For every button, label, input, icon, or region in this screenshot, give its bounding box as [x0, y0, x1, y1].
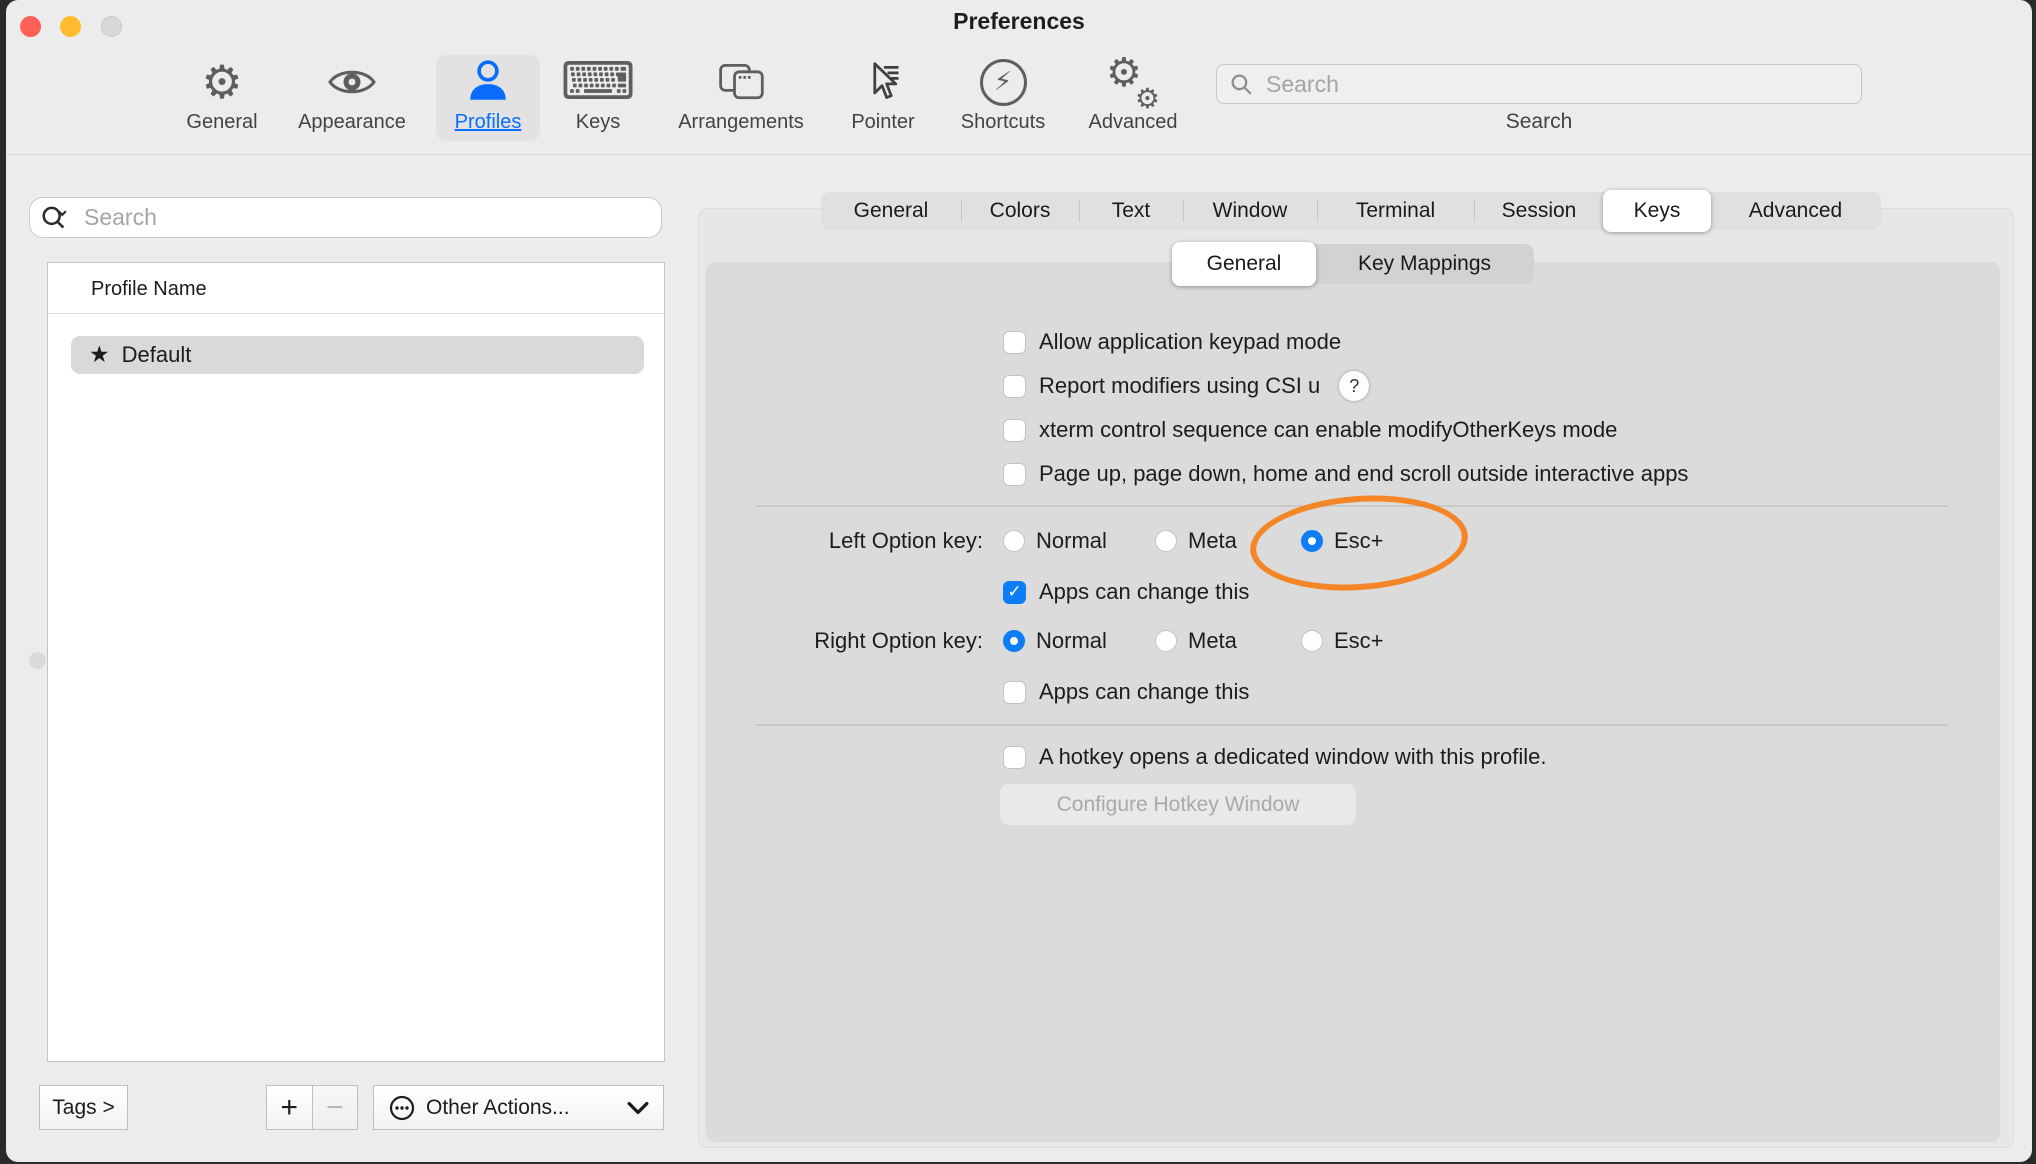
toolbar-item-general[interactable]: ⚙ General [174, 55, 270, 141]
other-actions-dropdown[interactable]: Other Actions... [373, 1085, 664, 1130]
toolbar-search-input[interactable] [1264, 70, 1849, 99]
radio[interactable] [1155, 530, 1177, 552]
tab-terminal[interactable]: Terminal [1317, 192, 1474, 230]
toolbar-item-pointer[interactable]: Pointer [835, 55, 931, 141]
row-allow-keypad-mode[interactable]: Allow application keypad mode [1003, 327, 1341, 357]
tab-colors[interactable]: Colors [961, 192, 1079, 230]
profile-list: Profile Name ★ Default [47, 262, 665, 1062]
toolbar-item-keys[interactable]: ⌨ Keys [562, 55, 634, 141]
tab-advanced[interactable]: Advanced [1710, 192, 1881, 230]
divider-handle-dot [29, 652, 46, 669]
checkbox-label: A hotkey opens a dedicated window with t… [1039, 744, 1547, 770]
tab-session[interactable]: Session [1474, 192, 1604, 230]
other-actions-label: Other Actions... [426, 1096, 627, 1120]
keys-subtab-key-mappings[interactable]: Key Mappings [1315, 244, 1534, 284]
star-icon: ★ [89, 342, 110, 368]
help-button[interactable]: ? [1339, 371, 1369, 401]
tab-text[interactable]: Text [1079, 192, 1183, 230]
row-left-apps-can-change[interactable]: ✓ Apps can change this [1003, 577, 1249, 607]
windows-icon [716, 55, 766, 109]
keyboard-icon: ⌨ [560, 55, 635, 109]
radio-label: Normal [1036, 628, 1107, 654]
search-icon [1229, 72, 1254, 97]
person-icon [465, 55, 511, 109]
toolbar-item-profiles[interactable]: Profiles [436, 55, 540, 141]
radio[interactable] [1301, 630, 1323, 652]
checkbox-xterm-modifyotherkeys[interactable] [1003, 419, 1026, 442]
keys-subtab-general[interactable]: General [1172, 242, 1316, 286]
radio-right-option-meta[interactable]: Meta [1155, 626, 1237, 656]
radio[interactable] [1003, 530, 1025, 552]
toolbar-search-caption: Search [1216, 110, 1862, 134]
radio-right-option-esc[interactable]: Esc+ [1301, 626, 1384, 656]
chevron-down-icon [627, 1101, 649, 1115]
toolbar-search-field[interactable] [1216, 64, 1862, 104]
add-remove-group: + − [266, 1085, 358, 1130]
row-report-modifiers-csi-u[interactable]: Report modifiers using CSI u ? [1003, 371, 1369, 401]
search-menu-icon [40, 204, 74, 232]
radio-label: Meta [1188, 628, 1237, 654]
tab-keys[interactable]: Keys [1603, 190, 1711, 232]
row-hotkey-dedicated-window[interactable]: A hotkey opens a dedicated window with t… [1003, 742, 1547, 772]
toolbar-item-arrangements[interactable]: Arrangements [665, 55, 817, 141]
cursor-icon [862, 55, 904, 109]
radio[interactable] [1155, 630, 1177, 652]
checkbox-label: Allow application keypad mode [1039, 329, 1341, 355]
checkbox-page-scroll-outside-apps[interactable] [1003, 463, 1026, 486]
checkbox-label: Report modifiers using CSI u [1039, 373, 1320, 399]
checkbox-label: Apps can change this [1039, 579, 1249, 605]
tab-window[interactable]: Window [1183, 192, 1317, 230]
remove-profile-button[interactable]: − [312, 1085, 359, 1130]
profile-row-default[interactable]: ★ Default [71, 336, 644, 374]
toolbar-item-advanced[interactable]: ⚙ ⚙ Advanced [1077, 55, 1189, 141]
radio-label: Meta [1188, 528, 1237, 554]
checkbox-label: xterm control sequence can enable modify… [1039, 417, 1617, 443]
gears-icon: ⚙ ⚙ [1106, 55, 1160, 109]
checkbox-report-modifiers-csi-u[interactable] [1003, 375, 1026, 398]
left-option-key-label: Left Option key: [696, 526, 983, 556]
checkbox-right-apps-can-change[interactable] [1003, 681, 1026, 704]
configure-hotkey-window-button[interactable]: Configure Hotkey Window [1000, 784, 1356, 825]
row-page-scroll-outside-apps[interactable]: Page up, page down, home and end scroll … [1003, 459, 1688, 489]
radio-left-option-normal[interactable]: Normal [1003, 526, 1107, 556]
preferences-window: Preferences ⚙ General Appearance Profile… [6, 0, 2032, 1162]
radio-label: Esc+ [1334, 628, 1384, 654]
gear-icon: ⚙ [201, 55, 242, 109]
row-xterm-modifyotherkeys[interactable]: xterm control sequence can enable modify… [1003, 415, 1617, 445]
profile-search-field[interactable] [29, 197, 662, 238]
add-profile-button[interactable]: + [266, 1085, 312, 1130]
keys-subtab-bar: General Key Mappings [1173, 244, 1534, 284]
toolbar-item-appearance[interactable]: Appearance [287, 55, 417, 141]
toolbar-divider [6, 154, 2032, 155]
checkbox-hotkey-dedicated-window[interactable] [1003, 746, 1026, 769]
row-right-apps-can-change[interactable]: Apps can change this [1003, 677, 1249, 707]
tags-button[interactable]: Tags > [39, 1085, 128, 1130]
tab-general[interactable]: General [821, 192, 961, 230]
section-divider [755, 724, 1948, 726]
checkbox-allow-keypad-mode[interactable] [1003, 331, 1026, 354]
radio-right-option-normal[interactable]: Normal [1003, 626, 1107, 656]
profile-tab-bar: General Colors Text Window Terminal Sess… [821, 192, 1881, 230]
checkbox-label: Apps can change this [1039, 679, 1249, 705]
lightning-icon: ⚡ [980, 55, 1027, 109]
radio-label: Normal [1036, 528, 1107, 554]
checkbox-left-apps-can-change[interactable]: ✓ [1003, 581, 1026, 604]
checkbox-label: Page up, page down, home and end scroll … [1039, 461, 1688, 487]
profile-name: Default [122, 342, 192, 368]
radio-left-option-meta[interactable]: Meta [1155, 526, 1237, 556]
profile-list-header: Profile Name [48, 263, 664, 313]
toolbar-item-shortcuts[interactable]: ⚡ Shortcuts [945, 55, 1061, 141]
profile-search-input[interactable] [82, 203, 651, 232]
more-actions-icon [388, 1094, 416, 1122]
eye-icon [328, 55, 376, 109]
radio[interactable] [1003, 630, 1025, 652]
profile-list-header-divider [48, 313, 664, 314]
window-title: Preferences [6, 8, 2032, 35]
right-option-key-label: Right Option key: [696, 626, 983, 656]
